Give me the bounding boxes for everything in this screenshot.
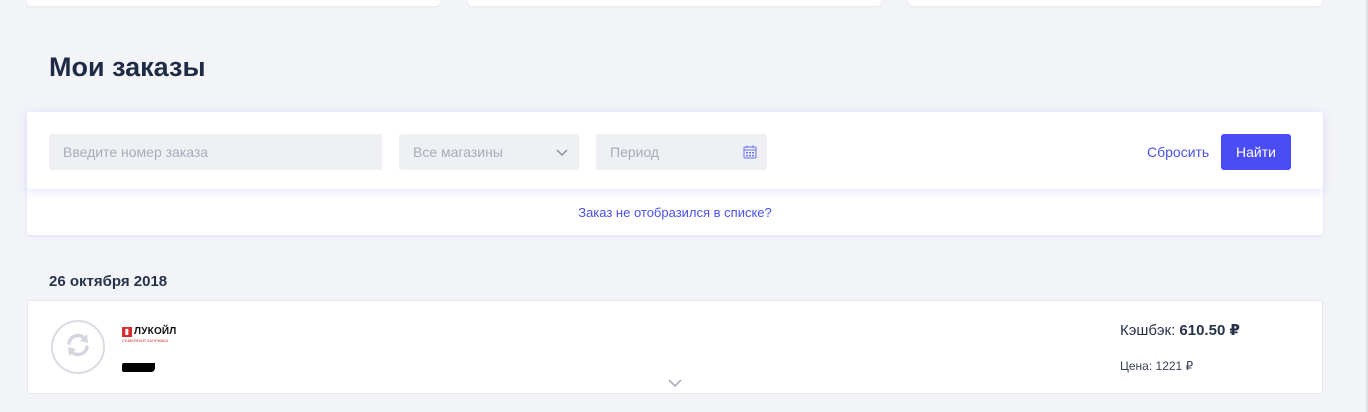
period-placeholder: Период <box>610 144 660 160</box>
find-button[interactable]: Найти <box>1221 134 1291 170</box>
price-value: 1221 ₽ <box>1155 359 1194 373</box>
find-button-label: Найти <box>1236 144 1276 160</box>
summary-card-2 <box>468 0 881 6</box>
order-number-input[interactable]: Введите номер заказа <box>49 134 382 170</box>
refresh-icon <box>63 330 93 365</box>
order-status <box>51 320 105 374</box>
calendar-icon[interactable] <box>743 145 757 162</box>
chevron-down-icon <box>555 145 569 162</box>
period-input[interactable]: Период <box>596 134 767 170</box>
cashback: Кэшбэк: 610.50 ₽ <box>1120 321 1240 339</box>
order-date-heading: 26 октября 2018 <box>49 273 168 290</box>
expand-chevron-icon[interactable] <box>667 376 683 394</box>
reset-button[interactable]: Сбросить <box>1147 144 1209 160</box>
missing-order-link[interactable]: Заказ не отобразился в списке? <box>27 205 1323 220</box>
store-logo-subtext: СЕМЕЙНАЯ ЗАПРАВКА <box>122 338 169 343</box>
price: Цена: 1221 ₽ <box>1120 359 1193 373</box>
order-card[interactable]: ▮ ЛУКОЙЛ СЕМЕЙНАЯ ЗАПРАВКА Кэшбэк: 610.5… <box>27 300 1323 394</box>
store-logo: ▮ ЛУКОЙЛ СЕМЕЙНАЯ ЗАПРАВКА <box>122 326 177 343</box>
shops-select[interactable]: Все магазины <box>399 134 579 170</box>
cashback-label: Кэшбэк: <box>1120 322 1176 339</box>
missing-order-strip: Заказ не отобразился в списке? <box>27 186 1323 235</box>
order-number-placeholder: Введите номер заказа <box>63 144 209 160</box>
summary-card-3 <box>909 0 1322 6</box>
lukoil-mark-icon: ▮ <box>122 326 132 337</box>
store-logo-text: ЛУКОЙЛ <box>134 326 177 337</box>
page-title: Мои заказы <box>49 52 206 82</box>
filter-panel: Введите номер заказа Все магазины Период… <box>27 112 1323 189</box>
cashback-value: 610.50 ₽ <box>1179 322 1240 339</box>
summary-card-1 <box>27 0 440 6</box>
price-label: Цена: <box>1120 359 1153 373</box>
redacted-order-number <box>122 363 155 372</box>
shops-select-value: Все магазины <box>413 144 503 160</box>
